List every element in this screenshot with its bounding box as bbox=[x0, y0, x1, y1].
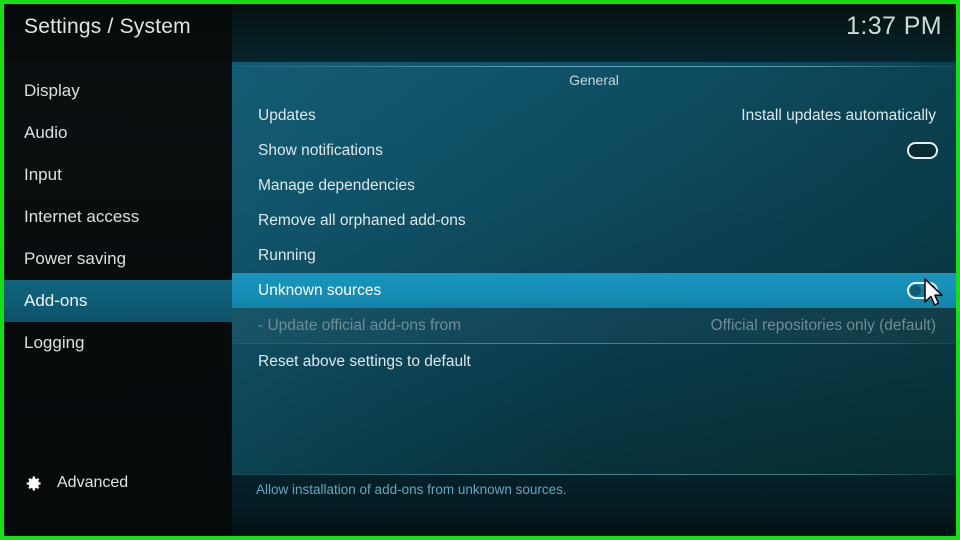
sidebar-item-label: Logging bbox=[24, 333, 85, 352]
setting-row-updates[interactable]: Updates Install updates automatically bbox=[232, 98, 956, 133]
title-bar: Settings / System 1:37 PM bbox=[4, 4, 956, 62]
toggle-knob bbox=[910, 285, 921, 296]
sidebar-item-label: Display bbox=[24, 81, 80, 100]
setting-label: Reset above settings to default bbox=[258, 352, 471, 370]
setting-label: Running bbox=[258, 246, 316, 264]
sidebar-item-label: Power saving bbox=[24, 249, 127, 268]
sidebar-item-display[interactable]: Display bbox=[4, 70, 232, 112]
setting-label: - Update official add-ons from bbox=[258, 316, 462, 334]
kodi-settings-window: Settings / System 1:37 PM Display Audio In… bbox=[0, 0, 960, 540]
group-divider bbox=[232, 66, 956, 67]
sidebar-item-label: Add-ons bbox=[24, 291, 88, 310]
setting-row-unknown-sources[interactable]: Unknown sources bbox=[232, 273, 956, 308]
toggle-knob bbox=[910, 145, 921, 156]
setting-row-update-official-add-ons-from: - Update official add-ons from Official r… bbox=[232, 308, 956, 343]
setting-row-remove-all-orphaned-add-ons[interactable]: Remove all orphaned add-ons bbox=[232, 203, 956, 238]
settings-category-sidebar: Display Audio Input Internet access Power sa… bbox=[4, 62, 232, 536]
sidebar-item-label: Input bbox=[24, 165, 62, 184]
sidebar-item-add-ons[interactable]: Add-ons bbox=[4, 280, 232, 322]
group-title: General bbox=[569, 72, 619, 88]
setting-row-reset-above-settings-to-default[interactable]: Reset above settings to default bbox=[232, 344, 956, 379]
setting-row-running[interactable]: Running bbox=[232, 238, 956, 273]
advanced-label: Advanced bbox=[57, 474, 129, 491]
setting-value: Official repositories only (default) bbox=[710, 316, 936, 334]
sidebar-item-power-saving[interactable]: Power saving bbox=[4, 238, 232, 280]
gear-icon bbox=[24, 474, 43, 493]
advanced-button[interactable]: Advanced bbox=[4, 466, 232, 500]
settings-row-list: Updates Install updates automatically Show… bbox=[232, 98, 956, 379]
toggle-switch-off[interactable] bbox=[907, 142, 938, 159]
toggle-switch-off[interactable] bbox=[907, 282, 938, 299]
setting-row-manage-dependencies[interactable]: Manage dependencies bbox=[232, 168, 956, 203]
sidebar-item-label: Internet access bbox=[24, 207, 140, 226]
sidebar-item-audio[interactable]: Audio bbox=[4, 112, 232, 154]
setting-label: Unknown sources bbox=[258, 281, 382, 299]
sidebar-item-logging[interactable]: Logging bbox=[4, 322, 232, 364]
setting-label: Manage dependencies bbox=[258, 176, 415, 194]
setting-label: Show notifications bbox=[258, 141, 383, 159]
clock: 1:37 PM bbox=[846, 12, 942, 40]
page-title: Settings / System bbox=[24, 15, 191, 38]
setting-row-show-notifications[interactable]: Show notifications bbox=[232, 133, 956, 168]
sidebar-item-input[interactable]: Input bbox=[4, 154, 232, 196]
setting-label: Updates bbox=[258, 106, 316, 124]
sidebar-item-internet-access[interactable]: Internet access bbox=[4, 196, 232, 238]
settings-content-panel: General Updates Install updates automatic… bbox=[232, 62, 956, 536]
setting-value[interactable]: Install updates automatically bbox=[741, 107, 936, 125]
setting-description: Allow installation of add-ons from unkno… bbox=[256, 482, 567, 497]
footer-divider bbox=[232, 474, 956, 475]
setting-label: Remove all orphaned add-ons bbox=[258, 211, 466, 229]
sidebar-item-label: Audio bbox=[24, 123, 68, 142]
